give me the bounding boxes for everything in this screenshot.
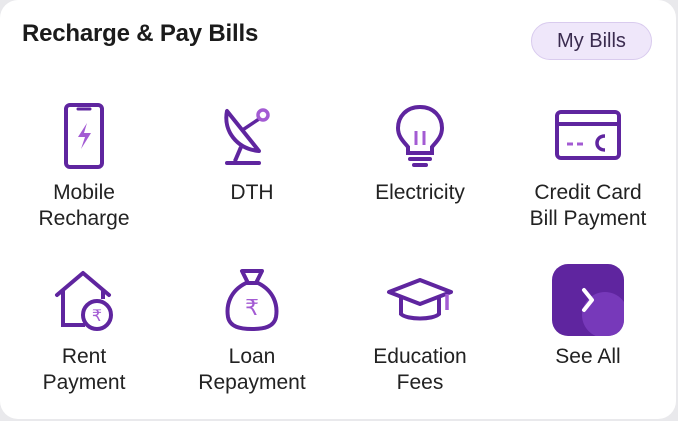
svg-text:₹: ₹ (245, 296, 259, 321)
tile-credit-card[interactable]: Credit Card Bill Payment (504, 98, 672, 232)
tile-mobile-recharge[interactable]: Mobile Recharge (0, 98, 168, 232)
house-rupee-icon: ₹ (46, 262, 122, 338)
tile-electricity[interactable]: Electricity (336, 98, 504, 206)
lightbulb-icon (382, 98, 458, 174)
recharge-bills-card: Recharge & Pay Bills My Bills Mobile Rec… (0, 0, 676, 419)
section-title: Recharge & Pay Bills (22, 20, 259, 47)
tile-label: Electricity (375, 181, 465, 204)
my-bills-button[interactable]: My Bills (531, 22, 652, 60)
tile-label: Rent Payment (42, 345, 126, 394)
money-bag-icon: ₹ (214, 262, 290, 338)
svg-text:₹: ₹ (92, 306, 102, 325)
credit-card-icon (550, 98, 626, 174)
tile-label: DTH (230, 181, 274, 204)
satellite-dish-icon (214, 98, 290, 174)
tile-label: See All (555, 345, 621, 368)
tile-loan-repayment[interactable]: ₹ Loan Repayment (168, 262, 336, 396)
tile-education-fees[interactable]: Education Fees (336, 262, 504, 396)
tile-label: Loan Repayment (198, 345, 306, 394)
graduation-cap-icon (382, 262, 458, 338)
tile-dth[interactable]: DTH (168, 98, 336, 206)
tile-label: Mobile Recharge (38, 181, 130, 230)
tile-label: Credit Card Bill Payment (529, 181, 647, 230)
mobile-recharge-icon (46, 98, 122, 174)
tile-label: Education Fees (373, 345, 467, 394)
tile-rent-payment[interactable]: ₹ Rent Payment (0, 262, 168, 396)
tile-see-all[interactable]: See All (504, 262, 672, 370)
see-all-box (550, 262, 626, 338)
chevron-right-icon (582, 288, 594, 312)
